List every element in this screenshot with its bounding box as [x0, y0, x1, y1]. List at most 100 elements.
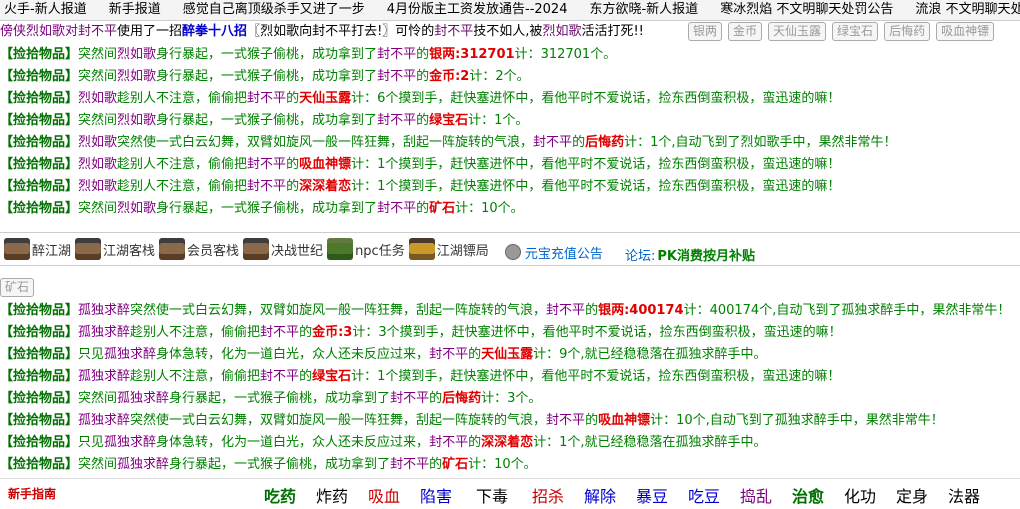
forum-label[interactable]: 论坛:	[625, 245, 655, 264]
ticker-item[interactable]: 东方欲晓-新人报道	[589, 0, 698, 20]
item-chip[interactable]: 银两	[688, 22, 723, 41]
command-button[interactable]: 陷害	[420, 483, 452, 507]
actor-name[interactable]: 孤独求醉	[78, 325, 130, 340]
nav-label[interactable]: 江湖镖局	[437, 240, 489, 259]
item-name: 后悔药	[442, 391, 482, 406]
recharge-label[interactable]: 元宝充值公告	[525, 243, 603, 262]
victim-name[interactable]: 封不平	[390, 391, 429, 406]
command-button[interactable]: 招杀	[532, 483, 564, 507]
actor-name[interactable]: 烈如歌	[78, 157, 117, 172]
actor-name[interactable]: 烈如歌	[117, 113, 156, 128]
actor-name[interactable]: 烈如歌	[78, 91, 117, 106]
killer-name[interactable]: 烈如歌	[542, 24, 581, 39]
victim-name[interactable]: 封不平	[247, 157, 286, 172]
nav-label[interactable]: npc任务	[355, 240, 405, 259]
victim-name[interactable]: 封不平	[247, 91, 286, 106]
item-chip[interactable]: 天仙玉露	[768, 22, 827, 41]
log-tag: 【捡拾物品】	[0, 435, 79, 450]
nav-bar: 醉江湖 江湖客栈 会员客栈 决战世纪 npc任务 江湖镖局 元宝充值公告 论坛: PK消费…	[0, 232, 1020, 266]
victim-name[interactable]: 封不平	[390, 457, 429, 472]
actor-name[interactable]: 烈如歌	[117, 69, 156, 84]
recharge-link[interactable]: 元宝充值公告	[497, 236, 603, 268]
item-name: 金币:2	[429, 69, 470, 84]
item-chip[interactable]: 金币	[728, 22, 763, 41]
command-button[interactable]: 吃药	[264, 483, 296, 507]
nav-label[interactable]: 江湖客栈	[103, 240, 155, 259]
member-inn-icon	[159, 238, 186, 260]
command-button[interactable]: 吃豆	[688, 483, 720, 507]
item-name: 后悔药	[585, 135, 625, 150]
ticker-item[interactable]: 新手报道	[109, 0, 161, 20]
ticker-item[interactable]: 火手-新人报道	[4, 0, 87, 20]
chip-label[interactable]: 矿石	[0, 278, 35, 297]
command-button[interactable]: 定身	[896, 483, 928, 507]
actor-name[interactable]: 烈如歌	[78, 179, 117, 194]
victim-name[interactable]: 封不平	[434, 24, 473, 39]
command-button[interactable]: 解除	[584, 483, 616, 507]
victim-name[interactable]: 封不平	[377, 201, 416, 216]
item-name: 吸血神镖	[299, 157, 352, 172]
actor-name[interactable]: 孤独求醉	[117, 457, 169, 472]
victim-name[interactable]: 封不平	[546, 413, 585, 428]
item-chip[interactable]: 吸血神镖	[936, 22, 995, 41]
command-button[interactable]: 捣乱	[740, 483, 772, 507]
log-line: 【捡拾物品】突然间烈如歌身行暴起，一式猴子偷桃，成功拿到了封不平的金币:2计：2…	[0, 66, 1020, 88]
actor-name[interactable]: 孤独求醉	[117, 391, 169, 406]
log-text: 计：6个摸到手，赶快塞进怀中，看他平时不爱说话，捡东西倒蛮积极，蛮迅速的嘛！	[351, 91, 841, 106]
ticker-item[interactable]: 4月份版主工资发放通告--2024	[387, 0, 568, 20]
victim-name[interactable]: 封不平	[377, 47, 416, 62]
nav-label[interactable]: 会员客栈	[187, 240, 239, 259]
nav-item[interactable]: npc任务	[327, 233, 405, 265]
log-text: 身行暴起，一式猴子偷桃，成功拿到了	[169, 391, 391, 406]
actor-name[interactable]: 孤独求醉	[78, 369, 130, 384]
actor-name[interactable]: 烈如歌	[117, 201, 156, 216]
nav-item[interactable]: 江湖镖局	[408, 233, 489, 265]
log-text: 计：400174个,自动飞到了孤独求醉手中，果然非常牛！	[683, 303, 1011, 318]
command-button[interactable]: 法器	[948, 483, 980, 507]
victim-name[interactable]: 封不平	[78, 24, 117, 39]
tavern-icon	[4, 238, 30, 260]
victim-name[interactable]: 封不平	[546, 303, 585, 318]
command-button[interactable]: 化功	[844, 483, 876, 507]
log-tag: 【捡拾物品】	[0, 413, 79, 428]
actor-name[interactable]: 孤独求醉	[104, 435, 156, 450]
nav-item[interactable]: 决战世纪	[243, 233, 323, 265]
log-text: 身行暴起，一式猴子偷桃，成功拿到了	[156, 113, 378, 128]
actor-name[interactable]: 烈如歌	[78, 135, 117, 150]
victim-name[interactable]: 封不平	[247, 179, 286, 194]
command-button[interactable]: 下毒	[476, 483, 508, 507]
nav-item[interactable]: 会员客栈	[159, 233, 239, 265]
log-text: 计：1个摸到手，赶快塞进怀中，看他平时不爱说话，捡东西倒蛮积极，蛮迅速的嘛！	[351, 369, 841, 384]
command-button[interactable]: 吸血	[368, 483, 400, 507]
victim-name[interactable]: 封不平	[429, 435, 468, 450]
command-button[interactable]: 暴豆	[636, 483, 668, 507]
nav-label[interactable]: 醉江湖	[32, 240, 71, 259]
forum-link[interactable]: 论坛: PK消费按月补贴	[611, 239, 755, 271]
item-chip[interactable]: 绿宝石	[832, 22, 879, 41]
pk-subsidy-link[interactable]: PK消费按月补贴	[657, 245, 755, 264]
victim-name[interactable]: 封不平	[377, 113, 416, 128]
nav-item[interactable]: 江湖客栈	[75, 233, 155, 265]
nav-item[interactable]: 醉江湖	[4, 233, 71, 265]
ticker-item[interactable]: 感觉自己离顶级杀手又进了一步	[183, 0, 365, 20]
actor-name[interactable]: 孤独求醉	[78, 413, 130, 428]
item-chip[interactable]: 后悔药	[884, 22, 931, 41]
log-text: 的	[429, 457, 443, 472]
command-button[interactable]: 治愈	[792, 483, 824, 507]
log-tag: 【捡拾物品】	[0, 303, 79, 318]
ticker-item[interactable]: 流浪 不文明聊天处罚公告	[915, 0, 1020, 20]
beginner-guide-link[interactable]: 新手指南	[8, 485, 56, 502]
actor-name[interactable]: 烈如歌	[117, 47, 156, 62]
victim-name[interactable]: 封不平	[429, 347, 468, 362]
actor-name[interactable]: 孤独求醉	[78, 303, 130, 318]
victim-name[interactable]: 封不平	[533, 135, 572, 150]
ticker-item[interactable]: 寒冰烈焰 不文明聊天处罚公告	[720, 0, 893, 20]
command-button[interactable]: 炸药	[316, 483, 348, 507]
victim-name[interactable]: 封不平	[377, 69, 416, 84]
victim-name[interactable]: 封不平	[260, 369, 299, 384]
actor-name[interactable]: 孤独求醉	[104, 347, 156, 362]
victim-name[interactable]: 封不平	[260, 325, 299, 340]
item-name: 绿宝石	[429, 113, 469, 128]
ore-filter-chip[interactable]: 矿石	[0, 278, 40, 297]
nav-label[interactable]: 决战世纪	[271, 240, 323, 259]
